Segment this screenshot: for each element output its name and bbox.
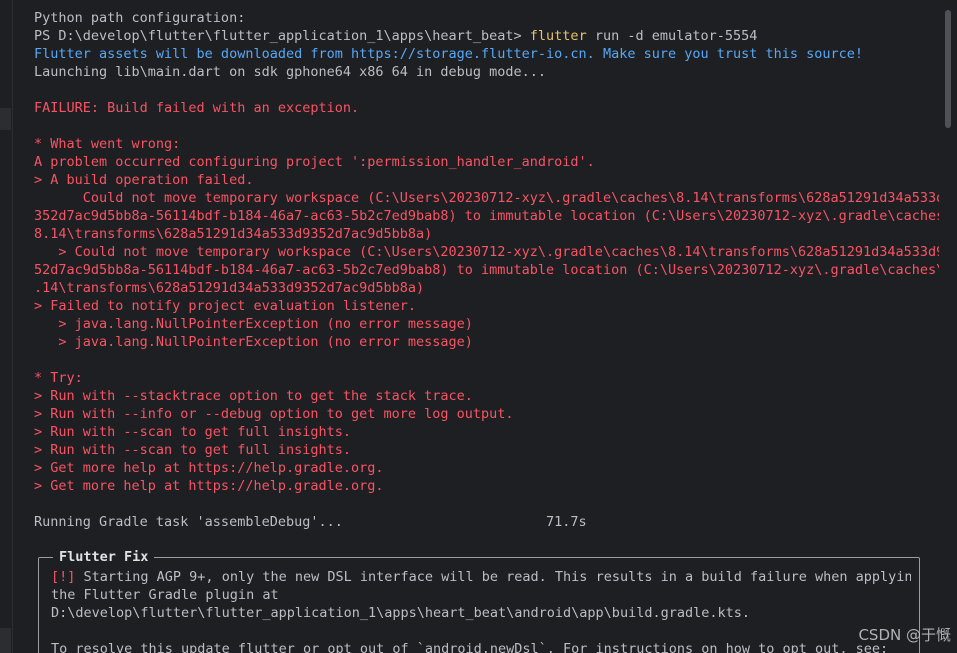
flutter-fix-body: [!] Starting AGP 9+, only the new DSL in…: [51, 568, 911, 653]
terminal-line: * Try:: [34, 370, 83, 386]
terminal-line: > Run with --scan to get full insights.: [34, 424, 351, 440]
terminal-line: A problem occurred configuring project '…: [34, 154, 595, 170]
terminal-line: > Get more help at https://help.gradle.o…: [34, 460, 384, 476]
terminal-line: > Get more help at https://help.gradle.o…: [34, 478, 384, 494]
terminal-line: 352d7ac9d5bb8a-56114bdf-b184-46a7-ac63-5…: [34, 208, 939, 224]
gutter-marker: [0, 108, 11, 130]
terminal-output[interactable]: Python path configuration: PS D:\develop\…: [34, 9, 939, 531]
warning-tag: [!]: [51, 569, 76, 585]
terminal-line: FAILURE: Build failed with an exception.: [34, 100, 360, 116]
terminal-line: > java.lang.NullPointerException (no err…: [34, 334, 473, 350]
prompt-path: PS D:\develop\flutter\flutter_applicatio…: [34, 28, 530, 44]
terminal-line: > Failed to notify project evaluation li…: [34, 298, 417, 314]
flutter-fix-path: D:\develop\flutter\flutter_application_1…: [51, 605, 750, 621]
terminal-line: > java.lang.NullPointerException (no err…: [34, 316, 473, 332]
terminal-line: > Run with --info or --debug option to g…: [34, 406, 514, 422]
terminal-line: 8.14\transforms\628a51291d34a533d9352d7a…: [34, 226, 433, 242]
terminal-line: Could not move temporary workspace (C:\U…: [34, 190, 939, 206]
flutter-fix-line: To resolve this update flutter or opt ou…: [51, 641, 889, 653]
watermark: CSDN @于慨: [858, 626, 951, 644]
editor-gutter: [0, 0, 13, 653]
terminal-line: Launching lib\main.dart on sdk gphone64 …: [34, 64, 547, 80]
flutter-fix-line: [!] Starting AGP 9+, only the new DSL in…: [51, 568, 911, 586]
terminal-line: * What went wrong:: [34, 136, 181, 152]
command-args: run -d emulator-5554: [586, 28, 758, 44]
terminal-line: > Run with --scan to get full insights.: [34, 442, 351, 458]
terminal-line: > A build operation failed.: [34, 172, 254, 188]
flutter-fix-text: Starting AGP 9+, only the new DSL interf…: [75, 569, 911, 585]
command-name: flutter: [529, 28, 587, 44]
terminal-line: PS D:\develop\flutter\flutter_applicatio…: [34, 27, 939, 45]
terminal-line: > Run with --stacktrace option to get th…: [34, 388, 473, 404]
flutter-fix-title: Flutter Fix: [53, 548, 155, 566]
terminal-line: > Could not move temporary workspace (C:…: [34, 244, 939, 260]
terminal-line: Python path configuration:: [34, 10, 246, 26]
gutter-marker: [0, 628, 11, 653]
terminal-line: 52d7ac9d5bb8a-56114bdf-b184-46a7-ac63-5b…: [34, 262, 939, 278]
terminal-line: Flutter assets will be downloaded from h…: [34, 46, 864, 62]
terminal-line: Running Gradle task 'assembleDebug'... 7…: [34, 514, 587, 530]
vertical-scrollbar-thumb[interactable]: [945, 10, 951, 128]
flutter-fix-box: Flutter Fix [!] Starting AGP 9+, only th…: [38, 548, 920, 653]
flutter-fix-line: [51, 622, 911, 640]
terminal-line: .14\transforms\628a51291d34a533d9352d7ac…: [34, 280, 425, 296]
flutter-fix-line: the Flutter Gradle plugin at: [51, 587, 279, 603]
